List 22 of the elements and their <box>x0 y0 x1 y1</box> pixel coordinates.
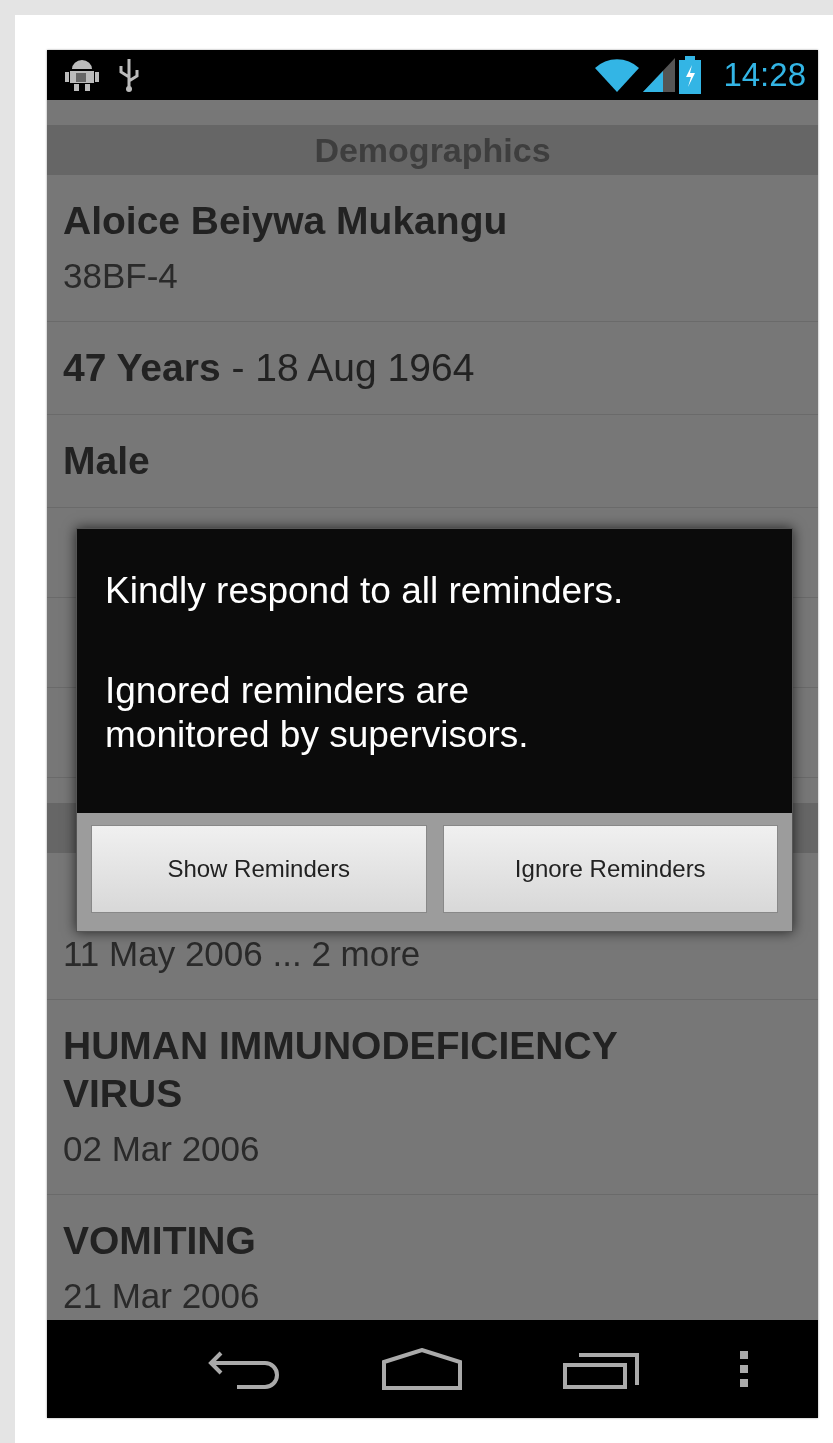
row-title: HUMAN IMMUNODEFICIENCY VIRUS <box>63 1023 618 1117</box>
dialog-button[interactable]: Ignore Reminders <box>442 825 778 913</box>
dialog-message: Ignored reminders are monitored by supervisors. <box>105 669 530 757</box>
android-icon <box>65 57 99 93</box>
wifi-icon <box>595 58 640 92</box>
row-subtitle: 38BF-4 <box>63 255 178 297</box>
row-subtitle: 11 May 2006 ... 2 more <box>63 933 421 975</box>
signal-icon <box>643 58 676 92</box>
home-icon[interactable] <box>382 1348 463 1390</box>
row-title: VOMITING <box>63 1218 256 1264</box>
row-title: Male <box>63 438 150 484</box>
row-subtitle: 21 Mar 2006 <box>63 1275 260 1317</box>
battery-icon <box>679 56 702 94</box>
row-text: 47 Years - 18 Aug 1964 <box>63 345 475 391</box>
row-subtitle: 02 Mar 2006 <box>63 1128 260 1170</box>
back-icon[interactable] <box>207 1349 282 1389</box>
clock-time: 14:28 <box>723 56 806 94</box>
dialog-button[interactable]: Show Reminders <box>91 825 427 913</box>
dialog-message: Kindly respond to all reminders. <box>105 569 625 613</box>
usb-icon <box>117 57 141 93</box>
overflow-menu-icon[interactable] <box>739 1351 748 1387</box>
row-title: Aloice Beiywa Mukangu <box>63 198 508 244</box>
